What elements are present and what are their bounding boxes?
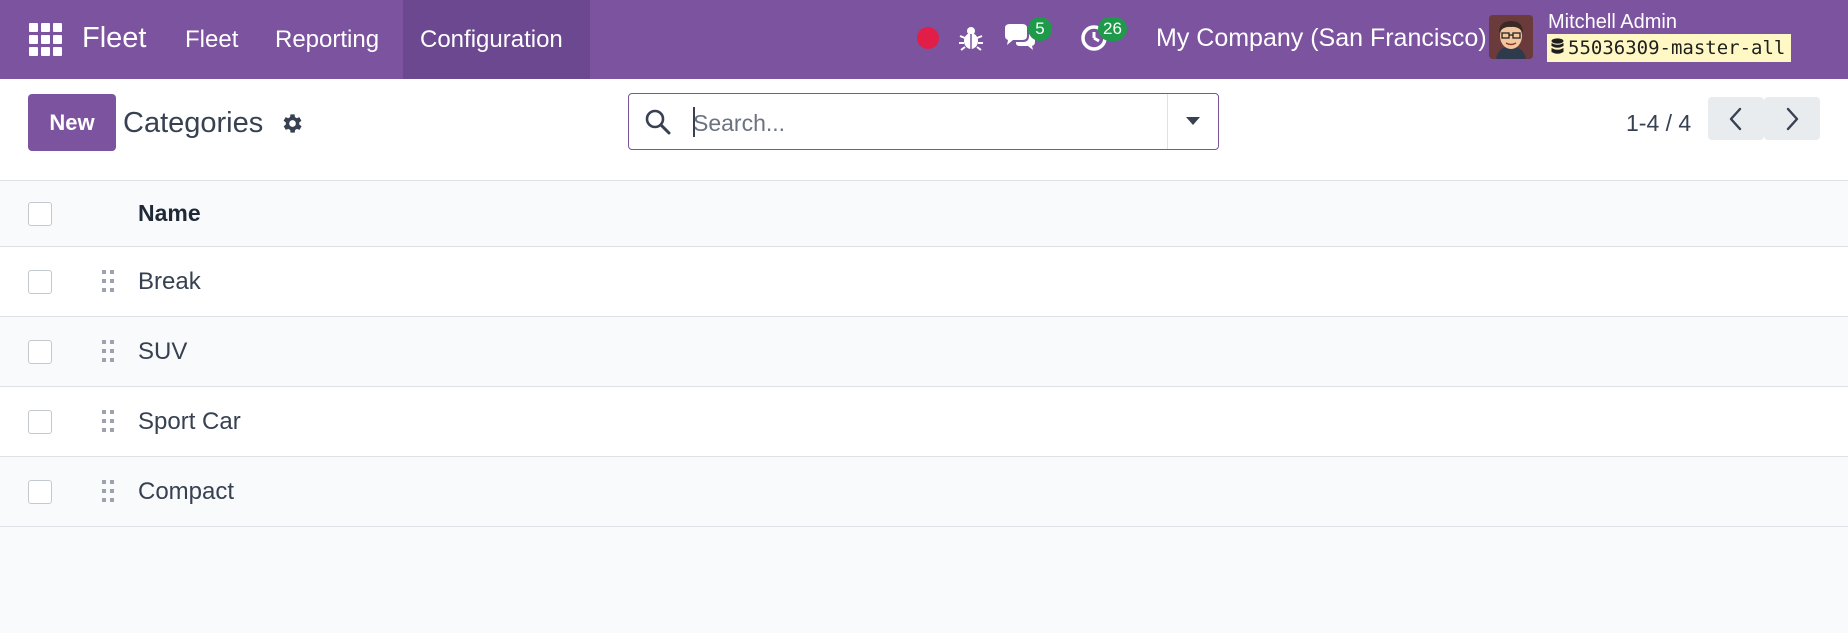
main-navbar: Fleet Fleet Reporting Configuration 5 26… — [0, 0, 1848, 79]
search-bar — [628, 93, 1219, 150]
row-checkbox[interactable] — [28, 270, 52, 294]
cell-name[interactable]: Compact — [138, 457, 234, 526]
pager-previous-button[interactable] — [1708, 97, 1764, 140]
search-input[interactable] — [691, 103, 1135, 143]
drag-handle-icon[interactable] — [102, 480, 114, 502]
control-panel: New Categories 1-4 / 4 — [0, 79, 1848, 181]
table-row[interactable]: SUV — [0, 317, 1848, 387]
apps-grid-icon[interactable] — [29, 23, 62, 56]
table-row[interactable]: Break — [0, 247, 1848, 317]
column-header-name[interactable]: Name — [138, 181, 201, 246]
cell-name[interactable]: Sport Car — [138, 387, 241, 456]
search-options-toggle[interactable] — [1167, 94, 1218, 149]
user-avatar[interactable] — [1489, 15, 1533, 59]
drag-handle-icon[interactable] — [102, 270, 114, 292]
record-dot-icon[interactable] — [917, 27, 939, 49]
search-icon — [644, 108, 672, 136]
activities-count-badge: 26 — [1098, 17, 1127, 41]
user-name[interactable]: Mitchell Admin — [1548, 9, 1677, 35]
database-icon — [1551, 35, 1564, 63]
pager-next-button[interactable] — [1764, 97, 1820, 140]
menu-item-reporting[interactable]: Reporting — [258, 0, 396, 79]
drag-handle-icon[interactable] — [102, 340, 114, 362]
bug-icon[interactable] — [958, 24, 984, 52]
new-button[interactable]: New — [28, 94, 116, 151]
categories-list: Name Break SUV Sport Car Compact — [0, 181, 1848, 527]
row-checkbox[interactable] — [28, 480, 52, 504]
drag-handle-icon[interactable] — [102, 410, 114, 432]
caret-down-icon — [1186, 117, 1200, 125]
page-title: Categories — [123, 107, 264, 139]
company-switcher[interactable]: My Company (San Francisco) — [1156, 18, 1487, 58]
menu-item-configuration[interactable]: Configuration — [403, 0, 590, 79]
row-checkbox[interactable] — [28, 340, 52, 364]
chevron-right-icon — [1786, 107, 1799, 131]
gear-icon[interactable] — [279, 111, 304, 136]
app-brand[interactable]: Fleet — [82, 18, 146, 58]
list-header: Name — [0, 181, 1848, 247]
select-all-checkbox[interactable] — [28, 202, 52, 226]
chevron-left-icon — [1729, 107, 1742, 131]
cell-name[interactable]: SUV — [138, 317, 187, 386]
database-name: 55036309-master-all — [1568, 37, 1786, 59]
text-cursor — [693, 107, 695, 137]
row-checkbox[interactable] — [28, 410, 52, 434]
cell-name[interactable]: Break — [138, 247, 201, 316]
pager-value[interactable]: 1-4 / 4 — [1626, 103, 1691, 143]
menu-item-fleet[interactable]: Fleet — [168, 0, 255, 79]
table-row[interactable]: Sport Car — [0, 387, 1848, 457]
database-tag: 55036309-master-all — [1547, 34, 1792, 63]
messages-count-badge: 5 — [1028, 17, 1052, 41]
table-row[interactable]: Compact — [0, 457, 1848, 527]
